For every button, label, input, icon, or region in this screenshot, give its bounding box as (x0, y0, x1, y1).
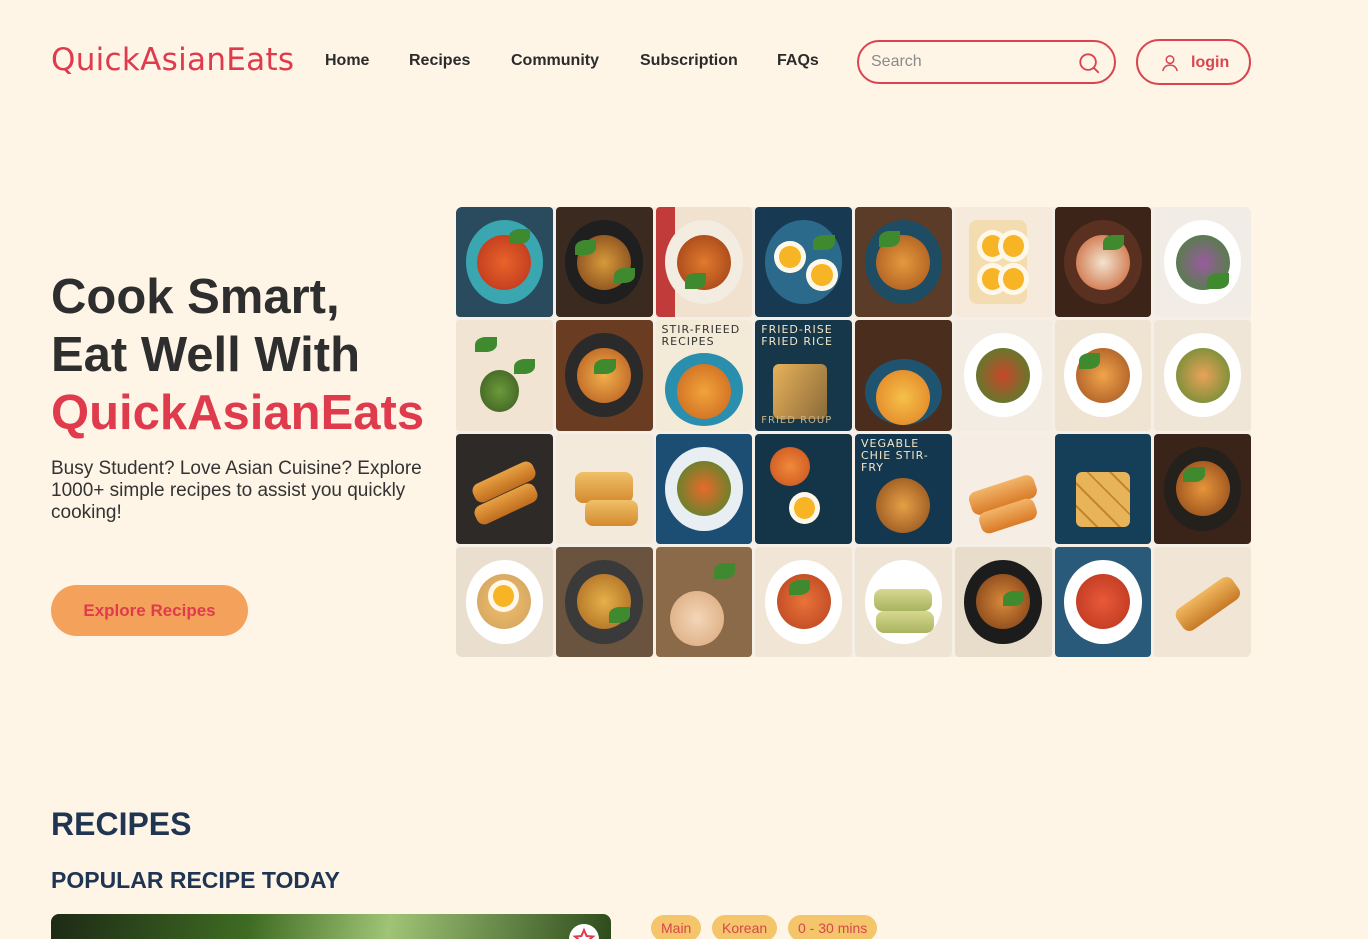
food-tile (456, 546, 553, 657)
recipes-section-title: RECIPES (51, 806, 192, 842)
collage-caption: STIR-FRIEED RECIPES (661, 323, 741, 349)
food-tile: STIR-FRIEED RECIPES (655, 320, 753, 431)
explore-recipes-button[interactable]: Explore Recipes (51, 585, 248, 636)
hero-title: Cook Smart, Eat Well With QuickAsianEats (51, 268, 424, 442)
food-tile (1054, 433, 1152, 544)
nav-faqs[interactable]: FAQs (777, 52, 819, 70)
login-button[interactable]: login (1136, 39, 1251, 85)
collage-caption: FRIED-RISE FRIED RICE (761, 323, 833, 349)
food-tile (1154, 320, 1251, 431)
food-tile (655, 207, 753, 318)
nav-community[interactable]: Community (511, 52, 599, 70)
food-tile (954, 320, 1052, 431)
food-tile (855, 207, 952, 318)
hero-title-brand: QuickAsianEats (51, 386, 425, 440)
food-tile (755, 207, 852, 318)
nav-recipes[interactable]: Recipes (409, 52, 470, 70)
food-tile (555, 320, 653, 431)
user-icon (1162, 55, 1178, 72)
food-tile (1154, 207, 1251, 318)
food-tile (456, 433, 553, 544)
hero-title-line-1: Cook Smart, (51, 270, 340, 324)
hero-food-collage: STIR-FRIEED RECIPES FRIED-RISE FRIED RIC… (456, 207, 1251, 657)
food-tile (954, 546, 1052, 657)
food-tile (655, 546, 753, 657)
hero-title-line-2: Eat Well With (51, 328, 361, 382)
food-tile (1154, 433, 1251, 544)
site-logo[interactable]: QuickAsianEats (51, 42, 294, 78)
explore-recipes-label: Explore Recipes (83, 600, 216, 620)
food-tile (456, 207, 553, 318)
nav-subscription[interactable]: Subscription (640, 52, 738, 70)
food-tile (555, 433, 653, 544)
search-icon[interactable] (1078, 52, 1100, 74)
search-box (857, 40, 1116, 84)
tag-course[interactable]: Main (651, 915, 702, 939)
food-tile (456, 320, 553, 431)
star-badge-icon[interactable] (569, 924, 599, 939)
food-tile (755, 433, 852, 544)
food-tile (1054, 207, 1152, 318)
tag-cuisine[interactable]: Korean (712, 915, 778, 939)
food-tile (855, 546, 952, 657)
food-tile (1054, 320, 1152, 431)
food-tile (555, 207, 653, 318)
food-tile (855, 320, 952, 431)
food-tile (555, 546, 653, 657)
collage-caption: VEGABLE CHIE STIR-FRY (861, 436, 929, 474)
search-input[interactable] (871, 51, 1071, 73)
food-tile (1154, 546, 1251, 657)
food-tile: VEGABLE CHIE STIR-FRY (855, 433, 952, 544)
site-header: QuickAsianEats Home Recipes Community Su… (0, 0, 1368, 125)
popular-recipe-image[interactable] (51, 914, 611, 939)
food-tile (755, 546, 852, 657)
food-tile (1054, 546, 1152, 657)
hero-subtitle: Busy Student? Love Asian Cuisine? Explor… (51, 458, 422, 523)
nav-home[interactable]: Home (325, 52, 369, 70)
popular-recipe-title: POPULAR RECIPE TODAY (51, 867, 340, 893)
food-tile (655, 433, 753, 544)
food-tile (954, 207, 1052, 318)
login-label: login (1191, 54, 1230, 71)
tag-time[interactable]: 0 - 30 mins (788, 915, 878, 939)
food-tile: FRIED-RISE FRIED RICE FRIED ROUP (755, 320, 852, 431)
collage-caption: FRIED ROUP (761, 414, 833, 426)
food-tile (954, 433, 1052, 544)
